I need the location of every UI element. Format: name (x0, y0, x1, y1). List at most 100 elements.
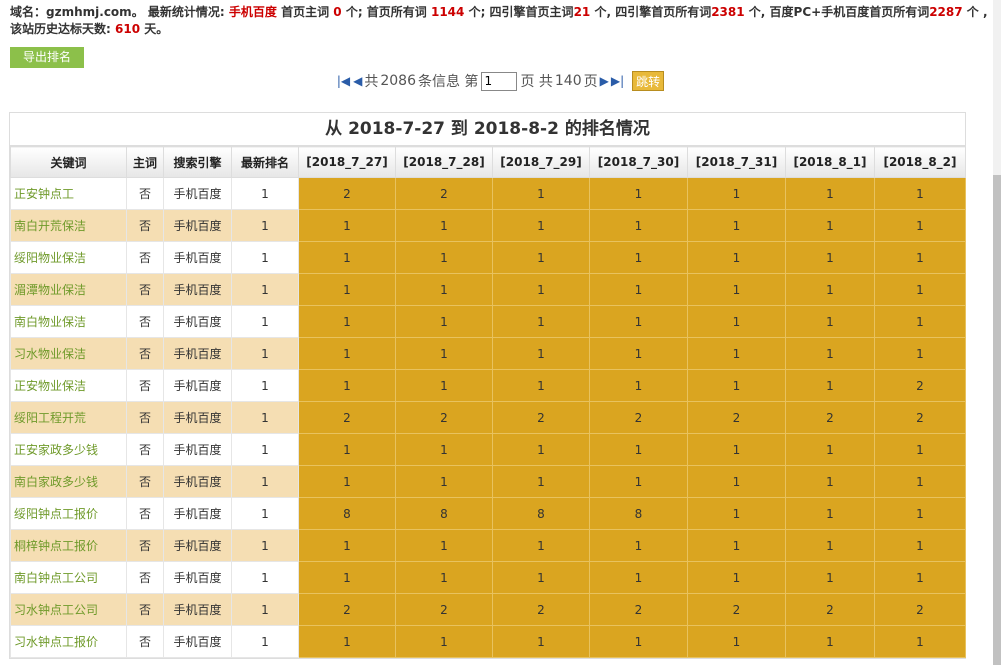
main-word-cell: 否 (126, 401, 164, 434)
homepage-main-count: 0 (333, 5, 342, 19)
daily-rank-cell: 1 (785, 337, 875, 370)
main-word-cell: 否 (126, 209, 164, 242)
column-header: [2018_8_1] (785, 146, 875, 178)
main-word-cell: 否 (126, 241, 164, 274)
latest-rank-cell: 1 (231, 625, 299, 658)
keyword-cell[interactable]: 正安钟点工 (10, 177, 127, 210)
ranking-table-container: 从 2018-7-27 到 2018-8-2 的排名情况 关键词 主词 搜索引擎 最新… (9, 112, 966, 659)
last-page-icon[interactable]: ▶| (611, 74, 624, 88)
pc-mobile-all-count: 2287 (929, 5, 963, 19)
engine-cell: 手机百度 (163, 177, 232, 210)
daily-rank-cell: 1 (298, 273, 396, 306)
keyword-cell[interactable]: 习水钟点工公司 (10, 593, 127, 626)
keyword-cell[interactable]: 南白钟点工公司 (10, 561, 127, 594)
keyword-cell[interactable]: 正安家政多少钱 (10, 433, 127, 466)
daily-rank-cell: 1 (687, 497, 786, 530)
daily-rank-cell: 1 (492, 465, 590, 498)
table-title: 从 2018-7-27 到 2018-8-2 的排名情况 (10, 113, 965, 146)
keyword-cell[interactable]: 绥阳物业保洁 (10, 241, 127, 274)
daily-rank-cell: 1 (492, 529, 590, 562)
table-row: 绥阳工程开荒否手机百度 1 2 2 2 2 2 2 2 (10, 401, 966, 434)
daily-rank-cell: 1 (785, 305, 875, 338)
daily-rank-cell: 1 (874, 497, 966, 530)
daily-rank-cell: 1 (785, 369, 875, 402)
latest-rank-cell: 1 (231, 337, 299, 370)
main-word-cell: 否 (126, 305, 164, 338)
keyword-cell[interactable]: 南白物业保洁 (10, 305, 127, 338)
table-row: 习水物业保洁否手机百度 1 1 1 1 1 1 1 1 (10, 337, 966, 370)
summary-text: 个, 百度PC+手机百度首页所有词 (748, 5, 930, 19)
summary-text: 天。 (144, 22, 169, 36)
daily-rank-cell: 1 (492, 273, 590, 306)
daily-rank-cell: 1 (785, 529, 875, 562)
keyword-cell[interactable]: 绥阳工程开荒 (10, 401, 127, 434)
summary-text: 。 最新统计情况: (131, 5, 225, 19)
daily-rank-cell: 1 (395, 369, 493, 402)
daily-rank-cell: 1 (785, 561, 875, 594)
keyword-cell[interactable]: 习水钟点工报价 (10, 625, 127, 658)
daily-rank-cell: 2 (395, 177, 493, 210)
daily-rank-cell: 1 (874, 177, 966, 210)
four-engine-all-count: 2381 (711, 5, 745, 19)
jump-button[interactable]: 跳转 (632, 71, 665, 91)
column-header: 主词 (126, 146, 164, 178)
prev-page-icon[interactable]: ◀ (353, 74, 362, 88)
latest-rank-cell: 1 (231, 529, 299, 562)
engine-cell: 手机百度 (163, 241, 232, 274)
keyword-cell[interactable]: 南白开荒保洁 (10, 209, 127, 242)
table-row: 湄潭物业保洁否手机百度 1 1 1 1 1 1 1 1 (10, 273, 966, 306)
pager-total-suffix: 条信息 第 (417, 74, 479, 90)
engine-cell: 手机百度 (163, 529, 232, 562)
table-row: 南白开荒保洁否手机百度 1 1 1 1 1 1 1 1 (10, 209, 966, 242)
daily-rank-cell: 1 (589, 273, 688, 306)
engine-name: 手机百度 (228, 5, 277, 19)
daily-rank-cell: 2 (874, 369, 966, 402)
page-number-input[interactable] (481, 71, 518, 91)
daily-rank-cell: 8 (589, 497, 688, 530)
keyword-cell[interactable]: 正安物业保洁 (10, 369, 127, 402)
scrollbar-thumb[interactable] (993, 175, 1001, 665)
daily-rank-cell: 1 (589, 337, 688, 370)
daily-rank-cell: 1 (298, 305, 396, 338)
daily-rank-cell: 1 (395, 209, 493, 242)
daily-rank-cell: 1 (298, 369, 396, 402)
daily-rank-cell: 1 (874, 273, 966, 306)
daily-rank-cell: 1 (589, 369, 688, 402)
keyword-cell[interactable]: 桐梓钟点工报价 (10, 529, 127, 562)
column-header: 关键词 (10, 146, 127, 178)
latest-rank-cell: 1 (231, 241, 299, 274)
daily-rank-cell: 1 (298, 337, 396, 370)
daily-rank-cell: 1 (589, 209, 688, 242)
daily-rank-cell: 1 (492, 305, 590, 338)
table-body: 正安钟点工否手机百度 1 2 2 1 1 1 1 1 南白开荒保洁否手机百度 1 1 1 1 1 1 1 1 绥阳物… (10, 177, 966, 658)
latest-rank-cell: 1 (231, 305, 299, 338)
daily-rank-cell: 2 (492, 401, 590, 434)
table-header: 关键词 主词 搜索引擎 最新排名 [2018_7_27] [2018_7_28] [2018… (10, 146, 966, 178)
column-header: [2018_7_29] (492, 146, 590, 178)
main-word-cell: 否 (126, 433, 164, 466)
summary-text: 个, 四引擎首页所有词 (594, 5, 712, 19)
engine-cell: 手机百度 (163, 369, 232, 402)
keyword-cell[interactable]: 习水物业保洁 (10, 337, 127, 370)
page-scrollbar[interactable] (993, 0, 1001, 665)
daily-rank-cell: 1 (395, 305, 493, 338)
daily-rank-cell: 2 (785, 401, 875, 434)
daily-rank-cell: 2 (687, 593, 786, 626)
daily-rank-cell: 1 (589, 177, 688, 210)
daily-rank-cell: 1 (874, 465, 966, 498)
next-page-icon[interactable]: ▶ (600, 74, 609, 88)
daily-rank-cell: 1 (687, 337, 786, 370)
pager-total-count: 2086 (380, 73, 416, 89)
keyword-cell[interactable]: 绥阳钟点工报价 (10, 497, 127, 530)
daily-rank-cell: 1 (395, 337, 493, 370)
latest-rank-cell: 1 (231, 209, 299, 242)
main-word-cell: 否 (126, 337, 164, 370)
keyword-cell[interactable]: 湄潭物业保洁 (10, 273, 127, 306)
daily-rank-cell: 1 (785, 625, 875, 658)
export-ranking-button[interactable]: 导出排名 (10, 47, 84, 68)
daily-rank-cell: 2 (298, 401, 396, 434)
first-page-icon[interactable]: |◀ (337, 74, 350, 88)
header-row: 关键词 主词 搜索引擎 最新排名 [2018_7_27] [2018_7_28] [2018… (10, 146, 966, 178)
keyword-cell[interactable]: 南白家政多少钱 (10, 465, 127, 498)
daily-rank-cell: 1 (298, 465, 396, 498)
